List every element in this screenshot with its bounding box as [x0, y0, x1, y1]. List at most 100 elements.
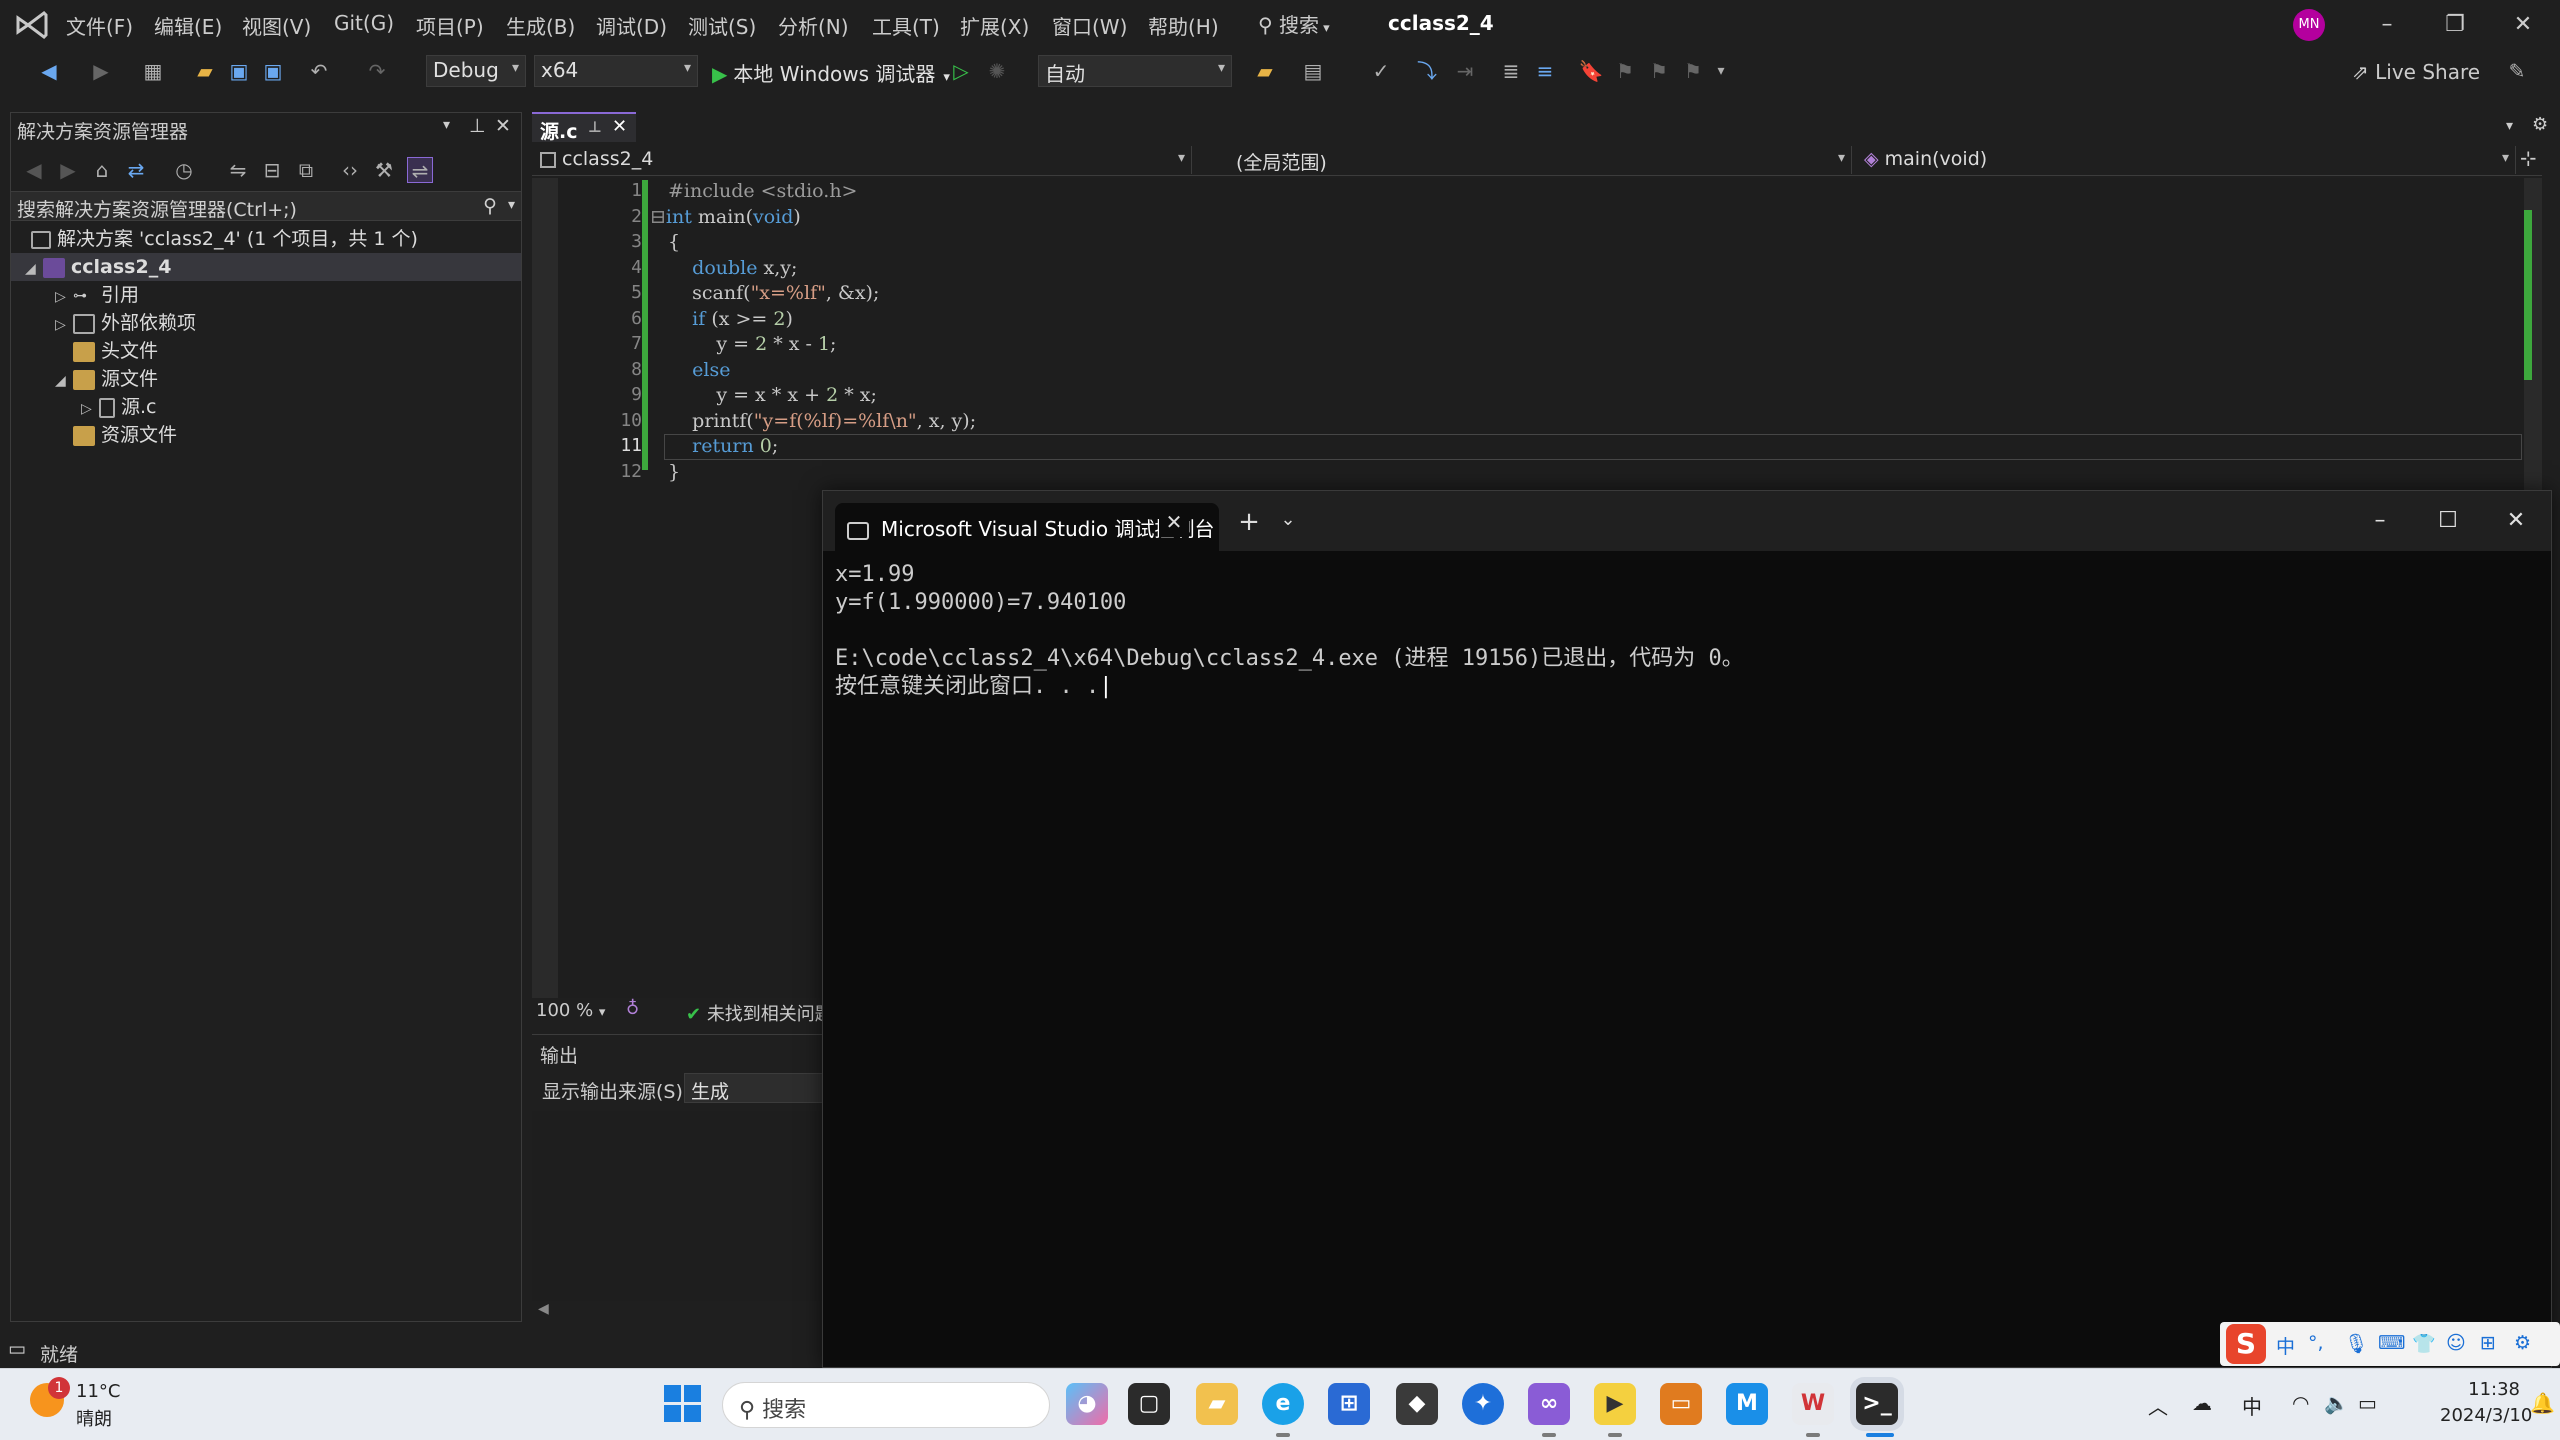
- chevron-down-icon[interactable]: ▾: [2506, 118, 2513, 134]
- bookmark-clear-icon[interactable]: ⚑: [1680, 58, 1706, 84]
- input-method-icon[interactable]: 中: [2242, 1391, 2262, 1420]
- output-source-select[interactable]: 生成: [684, 1073, 824, 1103]
- menu-project[interactable]: 项目(P): [416, 11, 484, 40]
- unity-icon[interactable]: ◆: [1396, 1383, 1438, 1425]
- folder-icon[interactable]: ▰: [1252, 58, 1278, 84]
- menu-test[interactable]: 测试(S): [688, 11, 756, 40]
- console-output[interactable]: x=1.99 y=f(1.990000)=7.940100 E:\code\cc…: [835, 561, 2535, 701]
- ime-punctuation-icon[interactable]: °,: [2308, 1332, 2324, 1354]
- weather-condition[interactable]: 晴朗: [76, 1405, 112, 1431]
- collapse-all-icon[interactable]: ⊟: [259, 157, 285, 183]
- volume-icon[interactable]: 🔈: [2324, 1391, 2349, 1415]
- auto-select[interactable]: 自动 ▾: [1038, 55, 1232, 87]
- pin-icon[interactable]: ⊥: [469, 115, 486, 137]
- console-tab-close-icon[interactable]: ✕: [1159, 507, 1189, 537]
- save-icon[interactable]: ▣: [226, 58, 252, 84]
- feedback-icon[interactable]: ✎: [2504, 58, 2530, 84]
- avatar[interactable]: MN: [2293, 9, 2325, 41]
- notifications-icon[interactable]: ▭: [8, 1338, 26, 1360]
- forward-icon[interactable]: ▶: [88, 58, 114, 84]
- show-all-files-icon[interactable]: ⧉: [293, 157, 319, 183]
- spellcheck-icon[interactable]: ✓: [1368, 58, 1394, 84]
- microphone-icon[interactable]: 🎙: [2344, 1332, 2368, 1355]
- clock-date[interactable]: 2024/3/10: [2440, 1405, 2532, 1426]
- start-button[interactable]: [664, 1385, 702, 1423]
- solution-search-input[interactable]: 搜索解决方案资源管理器(Ctrl+;) ⚲ ▾: [11, 191, 521, 221]
- menu-edit[interactable]: 编辑(E): [154, 11, 222, 40]
- overflow-icon[interactable]: ▾: [1708, 58, 1734, 84]
- nav-member-select[interactable]: ◈ main(void) ▾: [1856, 146, 2516, 174]
- restore-button[interactable]: ❐: [2430, 6, 2480, 44]
- file-explorer-icon[interactable]: ▰: [1196, 1383, 1238, 1425]
- undo-icon[interactable]: ↶: [306, 58, 332, 84]
- back-icon[interactable]: ◀: [21, 157, 47, 183]
- redo-icon[interactable]: ↷: [364, 58, 390, 84]
- tree-header-files[interactable]: 头文件: [73, 337, 158, 365]
- bookmark-prev-icon[interactable]: ⚑: [1612, 58, 1638, 84]
- menu-view[interactable]: 视图(V): [242, 11, 311, 40]
- keyboard-icon[interactable]: ⌨: [2378, 1332, 2405, 1354]
- nav-scope-select[interactable]: (全局范围) ▾: [1196, 146, 1852, 174]
- menu-git[interactable]: Git(G): [334, 11, 394, 35]
- chevron-down-icon[interactable]: ⌄: [1273, 509, 1303, 545]
- tree-solution[interactable]: 解决方案 'cclass2_4' (1 个项目，共 1 个): [31, 225, 418, 253]
- meeting-icon[interactable]: M: [1726, 1383, 1768, 1425]
- menu-analyze[interactable]: 分析(N): [778, 11, 849, 40]
- app-feather-icon[interactable]: ✦: [1462, 1383, 1504, 1425]
- close-button[interactable]: ✕: [2498, 6, 2548, 44]
- expanded-icon[interactable]: ◢: [25, 255, 43, 283]
- sync-icon[interactable]: ⇋: [225, 157, 251, 183]
- minimize-button[interactable]: –: [2362, 6, 2412, 44]
- gear-icon[interactable]: ⚙: [2532, 114, 2548, 135]
- step-icon[interactable]: ⤵: [1414, 58, 1440, 84]
- ime-mode-icon[interactable]: 中: [2276, 1332, 2295, 1359]
- start-without-debugging-icon[interactable]: ▷: [948, 58, 974, 84]
- presentation-icon[interactable]: ▭: [1660, 1383, 1702, 1425]
- start-debugging-button[interactable]: ▶ 本地 Windows 调试器 ▾: [712, 58, 950, 87]
- battery-icon[interactable]: ▭: [2358, 1391, 2377, 1415]
- nav-project-select[interactable]: cclass2_4 ▾: [532, 146, 1192, 174]
- menu-debug[interactable]: 调试(D): [596, 11, 667, 40]
- player-icon[interactable]: ▶: [1594, 1383, 1636, 1425]
- split-icon[interactable]: ⊹: [2520, 146, 2537, 170]
- menu-window[interactable]: 窗口(W): [1052, 11, 1127, 40]
- weather-temperature[interactable]: 11°C: [76, 1381, 120, 1402]
- hot-reload-icon[interactable]: ✺: [984, 58, 1010, 84]
- tree-source-files[interactable]: ◢ 源文件: [55, 365, 158, 393]
- history-icon[interactable]: ◷: [171, 157, 197, 183]
- collapsed-icon[interactable]: ▷: [81, 395, 99, 423]
- back-icon[interactable]: ◀: [36, 58, 62, 84]
- preview-icon[interactable]: ⇌: [407, 157, 433, 183]
- close-icon[interactable]: ✕: [495, 115, 511, 137]
- home-icon[interactable]: ⌂: [89, 157, 115, 183]
- tree-project[interactable]: ◢ cclass2_4: [11, 253, 521, 281]
- tree-external-deps[interactable]: ▷ 外部依赖项: [55, 309, 196, 337]
- wifi-icon[interactable]: ◠: [2292, 1391, 2309, 1415]
- zoom-select[interactable]: 100 % ▾: [536, 1000, 605, 1021]
- task-view-icon[interactable]: ▢: [1128, 1383, 1170, 1425]
- configuration-select[interactable]: Debug ▾: [426, 55, 526, 87]
- scroll-left-icon[interactable]: ◀: [538, 1301, 549, 1317]
- console-close-button[interactable]: ✕: [2491, 501, 2541, 541]
- terminal-icon[interactable]: >_: [1856, 1383, 1898, 1425]
- clock-time[interactable]: 11:38: [2440, 1379, 2520, 1400]
- ime-settings-icon[interactable]: ⚙: [2514, 1332, 2531, 1354]
- tree-references[interactable]: ▷ ⊶ 引用: [55, 281, 139, 309]
- console-maximize-button[interactable]: ☐: [2423, 501, 2473, 541]
- forward-icon[interactable]: ▶: [55, 157, 81, 183]
- new-tab-button[interactable]: +: [1229, 507, 1269, 543]
- close-icon[interactable]: ✕: [612, 116, 627, 137]
- menu-build[interactable]: 生成(B): [506, 11, 575, 40]
- grid-icon[interactable]: ⊞: [2480, 1332, 2496, 1354]
- search-icon[interactable]: ⚲: [483, 195, 497, 217]
- editor-glyph-margin[interactable]: [532, 178, 558, 998]
- chevron-down-icon[interactable]: ▾: [508, 197, 515, 213]
- store-icon[interactable]: ⊞: [1328, 1383, 1370, 1425]
- new-project-icon[interactable]: ▦: [140, 58, 166, 84]
- chevron-down-icon[interactable]: ▾: [443, 117, 450, 133]
- search-button[interactable]: ⚲ 搜索 ▾: [1258, 9, 1330, 38]
- tree-resource-files[interactable]: 资源文件: [73, 421, 177, 449]
- menu-tools[interactable]: 工具(T): [872, 11, 940, 40]
- intellicode-icon[interactable]: ♁: [626, 998, 639, 1019]
- collapsed-icon[interactable]: ▷: [55, 283, 73, 311]
